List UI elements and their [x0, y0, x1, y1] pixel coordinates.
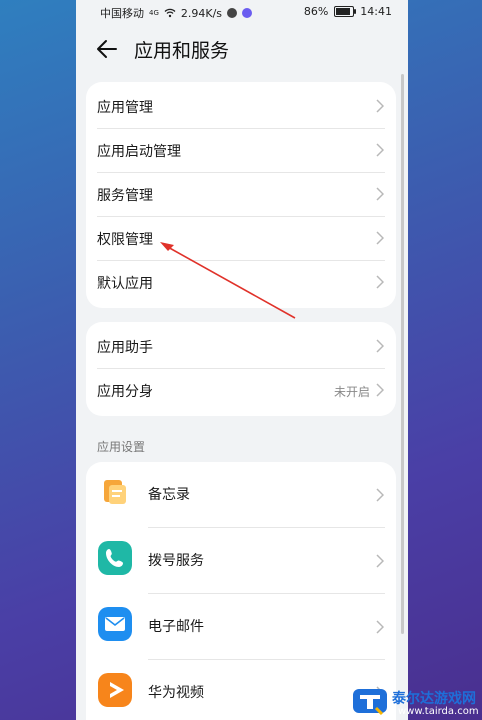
chevron-right-icon	[376, 339, 384, 353]
app-notification-icon	[242, 8, 253, 18]
watermark-name: 泰尔达游戏网	[392, 691, 476, 707]
clock: 14:41	[360, 5, 392, 18]
chevron-right-icon	[376, 554, 384, 568]
chevron-right-icon	[376, 275, 384, 289]
list-item-default-apps[interactable]: 默认应用	[86, 261, 396, 305]
app-item-memo[interactable]: 备忘录	[86, 462, 396, 528]
app-item-label: 备忘录	[148, 487, 190, 503]
chevron-right-icon	[376, 383, 384, 397]
chevron-right-icon	[376, 620, 384, 634]
arrow-left-icon[interactable]	[94, 37, 120, 61]
list-item-label: 应用启动管理	[97, 144, 181, 160]
list-item-label: 应用分身	[97, 384, 153, 400]
battery-level	[336, 8, 351, 15]
app-item-label: 拨号服务	[148, 553, 204, 569]
signal-indicator: 4G	[149, 9, 159, 17]
notification-icon	[227, 8, 238, 18]
list-item-app-startup[interactable]: 应用启动管理	[86, 129, 396, 173]
battery-percent: 86%	[303, 5, 329, 18]
carrier-name: 中国移动	[100, 7, 144, 20]
mail-icon	[98, 607, 132, 641]
app-item-email[interactable]: 电子邮件	[86, 594, 396, 660]
app-settings-list: 备忘录 拨号服务 电子邮件 华为视频	[86, 462, 396, 720]
app-item-label: 华为视频	[148, 685, 204, 701]
memo-icon	[104, 480, 126, 504]
list-item-label: 服务管理	[97, 188, 153, 204]
list-item-label: 应用助手	[97, 340, 153, 356]
list-item-permission-management[interactable]: 权限管理	[86, 217, 396, 261]
settings-screen: 中国移动 4G 2.94K/s 86% 14:41 应用和服务 应用管理 应用启…	[76, 0, 408, 720]
app-item-dialer[interactable]: 拨号服务	[86, 528, 396, 594]
list-item-label: 权限管理	[97, 232, 153, 248]
settings-group-assist: 应用助手 应用分身 未开启	[86, 322, 396, 416]
settings-group-main: 应用管理 应用启动管理 服务管理 权限管理 默认应用	[86, 82, 396, 308]
list-item-service-management[interactable]: 服务管理	[86, 173, 396, 217]
list-item-app-management[interactable]: 应用管理	[86, 85, 396, 129]
chevron-right-icon	[376, 143, 384, 157]
chevron-right-icon	[376, 488, 384, 502]
status-value: 未开启	[333, 385, 370, 399]
chevron-right-icon	[376, 231, 384, 245]
list-item-app-twin[interactable]: 应用分身 未开启	[86, 369, 396, 413]
section-header-app-settings: 应用设置	[97, 440, 146, 454]
chevron-right-icon	[376, 99, 384, 113]
battery-icon	[334, 6, 357, 17]
scrollbar[interactable]	[401, 74, 404, 634]
status-bar: 中国移动 4G 2.94K/s 86% 14:41	[76, 0, 408, 24]
network-speed: 2.94K/s	[180, 6, 223, 20]
chevron-right-icon	[376, 187, 384, 201]
page-title: 应用和服务	[134, 40, 230, 62]
wifi-icon	[164, 8, 176, 18]
list-item-label: 应用管理	[97, 100, 153, 116]
phone-icon	[98, 541, 132, 575]
site-logo-icon	[353, 689, 387, 716]
list-item-app-assistant[interactable]: 应用助手	[86, 325, 396, 369]
app-item-huawei-video[interactable]: 华为视频	[86, 660, 396, 720]
list-item-label: 默认应用	[97, 276, 153, 292]
app-bar: 应用和服务	[76, 30, 408, 70]
app-item-label: 电子邮件	[148, 619, 204, 635]
watermark-url: www.tairda.com	[398, 706, 479, 717]
site-watermark: 泰尔达游戏网 www.tairda.com	[352, 686, 479, 718]
video-icon	[98, 673, 132, 707]
